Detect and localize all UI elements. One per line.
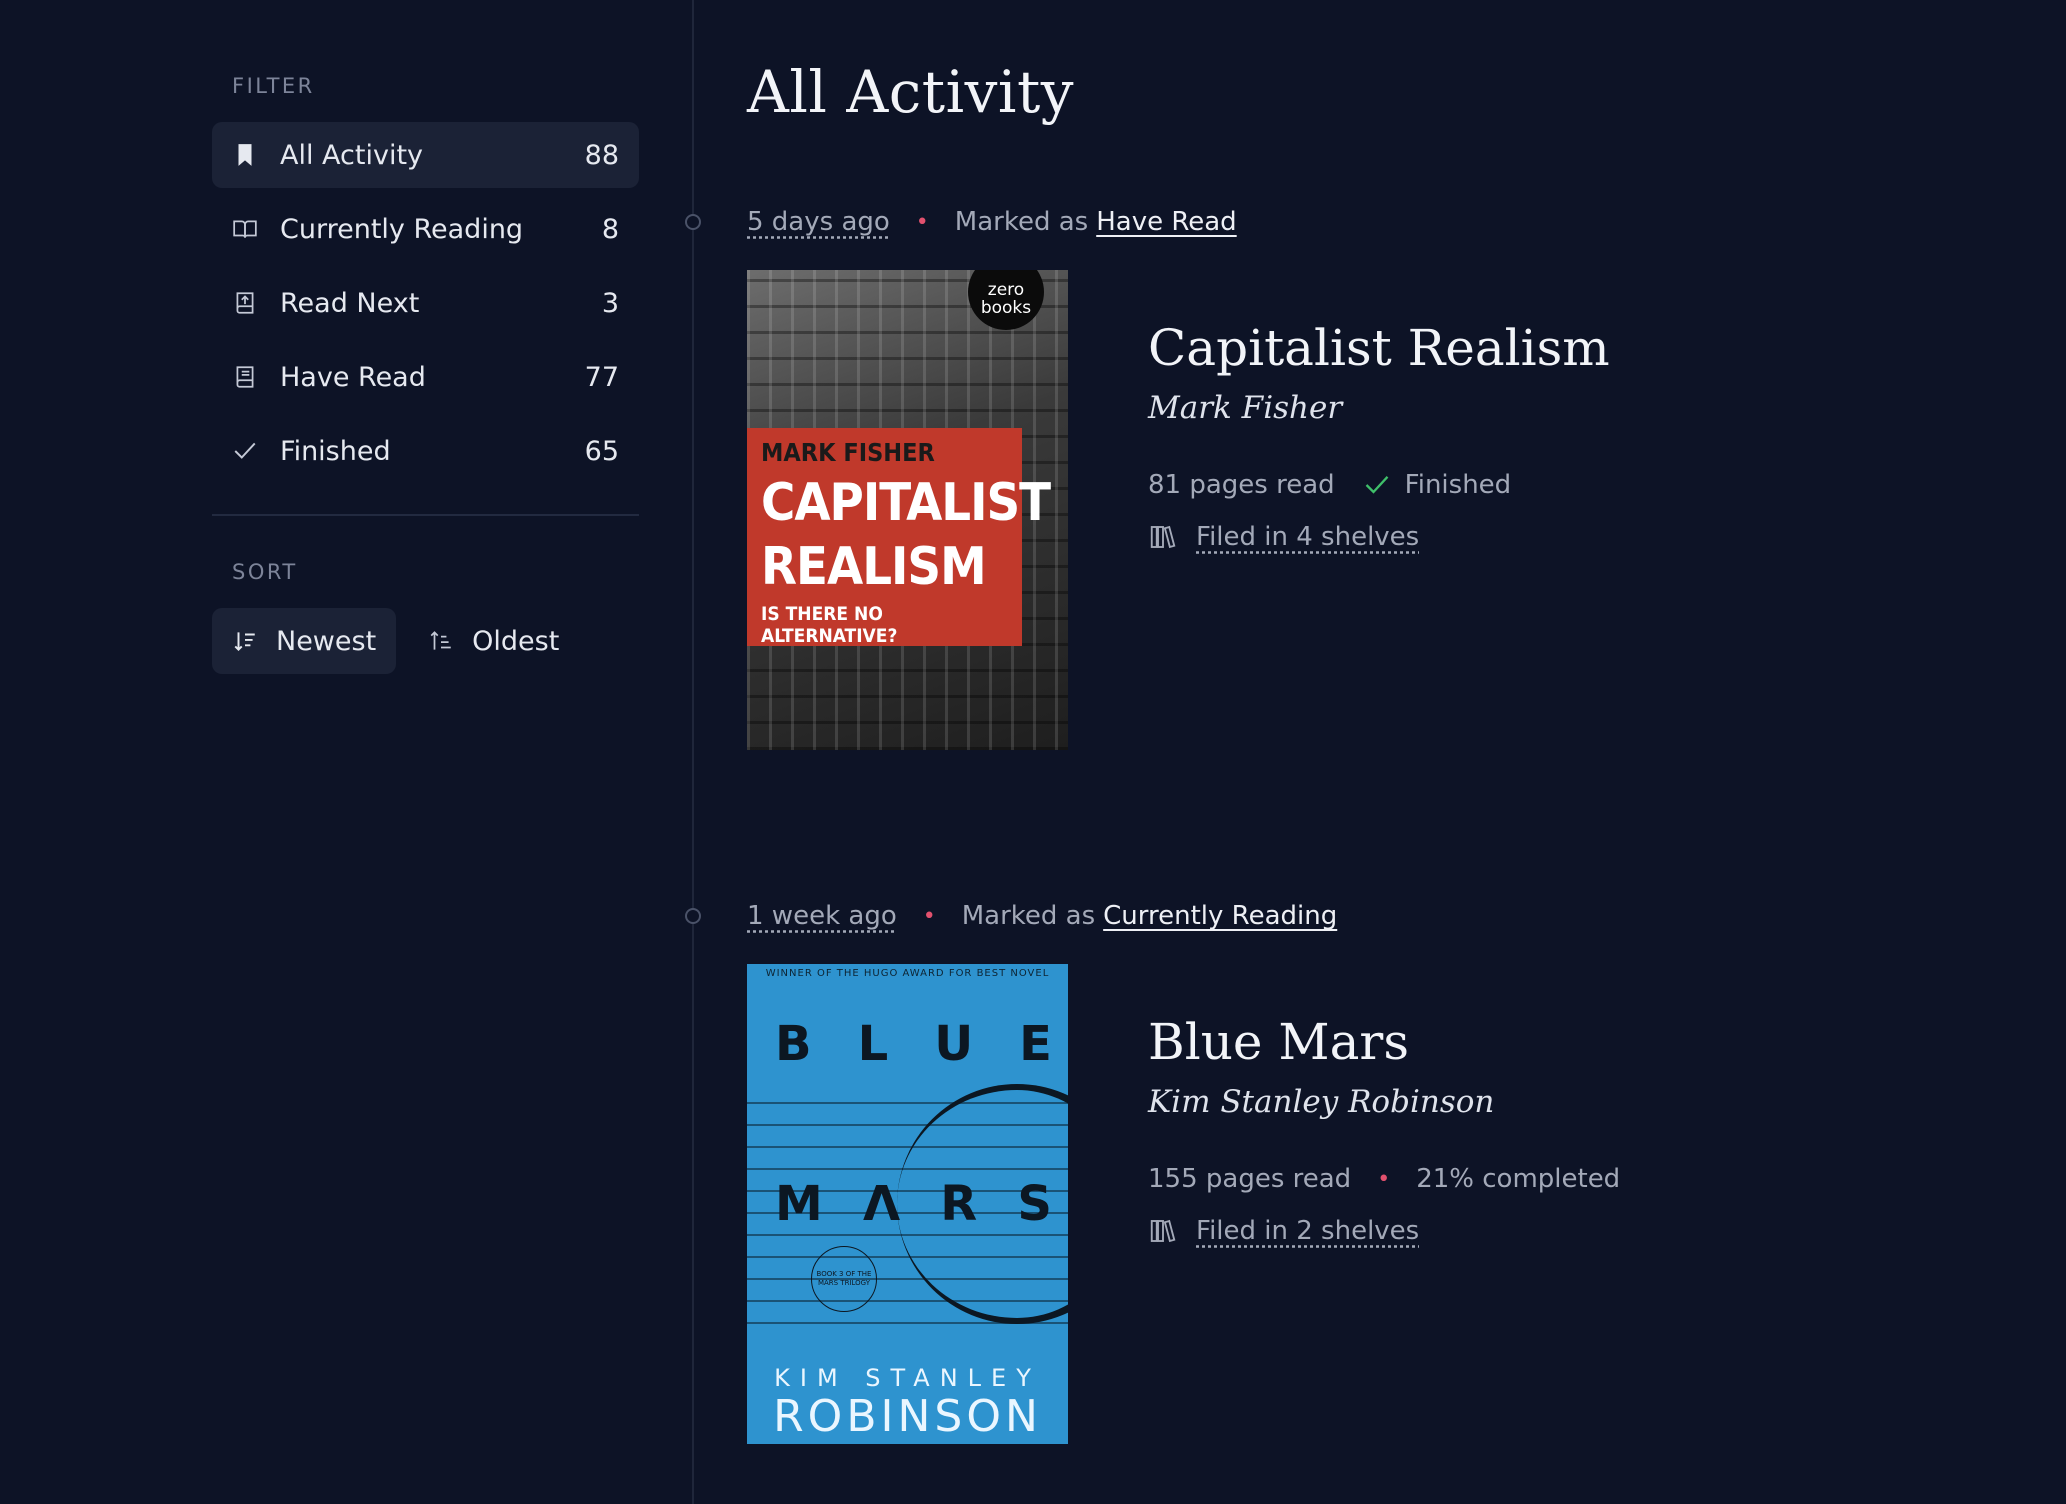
publisher-logo-line: books — [980, 298, 1032, 318]
filter-count: 3 — [601, 287, 619, 319]
shelves-link[interactable]: Filed in 2 shelves — [1196, 1216, 1419, 1246]
cover-author-line: KIM STANLEY — [774, 1364, 1041, 1392]
activity-entry: 5 days ago • Marked as Have Read zero bo… — [747, 202, 1610, 750]
marked-as-text: Marked as — [954, 207, 1089, 237]
sidebar: FILTER All Activity 88 Currently Reading… — [212, 70, 639, 674]
book-author: Kim Stanley Robinson — [1148, 1084, 1495, 1120]
sort-descending-icon — [232, 628, 258, 654]
separator-dot: • — [915, 209, 929, 235]
filter-count: 8 — [601, 213, 619, 245]
filter-count: 77 — [584, 361, 619, 393]
entry-time[interactable]: 1 week ago — [747, 901, 897, 931]
progress-percent: 21% completed — [1416, 1164, 1621, 1194]
sort-oldest-button[interactable]: Oldest — [408, 608, 579, 674]
filter-all-activity[interactable]: All Activity 88 — [212, 122, 639, 188]
filter-finished[interactable]: Finished 65 — [212, 418, 639, 484]
shelves-link[interactable]: Filed in 4 shelves — [1196, 522, 1419, 552]
cover-letter: B — [775, 1016, 812, 1072]
filter-label: All Activity — [280, 139, 424, 171]
books-shelf-icon — [1150, 1219, 1176, 1243]
cover-author-line: ROBINSON — [773, 1391, 1042, 1442]
timeline-dot — [685, 908, 701, 924]
cover-author: MARK FISHER — [761, 438, 935, 467]
cover-series-badge: BOOK 3 OF THE MARS TRILOGY — [811, 1246, 877, 1312]
cover-title-box: MARK FISHER CAPITALIST REALISM IS THERE … — [747, 428, 1051, 647]
cover-title-line: REALISM — [761, 537, 987, 597]
separator-dot: • — [1377, 1166, 1391, 1192]
entry-time[interactable]: 5 days ago — [747, 207, 890, 237]
shelves-row: Filed in 2 shelves — [1148, 1216, 1620, 1246]
filter-have-read[interactable]: Have Read 77 — [212, 344, 639, 410]
book-card: zero books MARK FISHER CAPITALIST REALIS… — [747, 270, 1610, 750]
cover-word-mars: M Λ R S — [775, 1176, 1052, 1232]
finished-status: Finished — [1404, 470, 1512, 500]
sort-newest-label: Newest — [276, 625, 377, 657]
check-icon — [1365, 476, 1389, 494]
cover-word-blue: B L U E — [775, 1016, 1052, 1072]
filter-heading: FILTER — [232, 74, 315, 98]
entry-meta: 5 days ago • Marked as Have Read — [747, 202, 1610, 242]
bookmark-icon — [232, 142, 258, 168]
separator-dot: • — [922, 903, 936, 929]
books-shelf-icon — [1150, 525, 1176, 549]
book-cover[interactable]: zero books MARK FISHER CAPITALIST REALIS… — [747, 270, 1068, 750]
status-link[interactable]: Currently Reading — [1103, 901, 1337, 931]
filter-label: Have Read — [280, 361, 426, 393]
filter-count: 65 — [584, 435, 619, 467]
cover-letter: R — [940, 1176, 978, 1232]
entry-meta: 1 week ago • Marked as Currently Reading — [747, 896, 1620, 936]
cover-subtitle: IS THERE NO ALTERNATIVE? — [761, 603, 898, 647]
timeline-dot — [685, 214, 701, 230]
sort-oldest-label: Oldest — [472, 625, 560, 657]
publisher-logo-line: zero — [987, 280, 1025, 300]
book-lines-icon — [232, 364, 258, 390]
filter-label: Finished — [280, 435, 391, 467]
book-info: Blue Mars Kim Stanley Robinson 155 pages… — [1148, 964, 1620, 1444]
sort-newest-button[interactable]: Newest — [212, 608, 397, 674]
filter-read-next[interactable]: Read Next 3 — [212, 270, 639, 336]
open-book-icon — [232, 216, 258, 242]
sort-ascending-icon — [428, 628, 454, 654]
cover-letter: L — [857, 1016, 889, 1072]
filter-label: Read Next — [280, 287, 420, 319]
page-title: All Activity — [747, 58, 1075, 126]
cover-letter: U — [934, 1016, 974, 1072]
check-icon — [232, 438, 258, 464]
sort-options: Newest Oldest — [212, 608, 639, 674]
book-author: Mark Fisher — [1148, 390, 1343, 426]
cover-letter: M — [775, 1176, 823, 1232]
book-info: Capitalist Realism Mark Fisher 81 pages … — [1148, 270, 1610, 750]
sidebar-divider — [212, 514, 639, 516]
sort-heading: SORT — [232, 560, 298, 584]
shelves-row: Filed in 4 shelves — [1148, 522, 1610, 552]
book-title[interactable]: Capitalist Realism — [1148, 318, 1610, 378]
filter-currently-reading[interactable]: Currently Reading 8 — [212, 196, 639, 262]
book-arrow-up-icon — [232, 290, 258, 316]
book-cover[interactable]: WINNER OF THE HUGO AWARD FOR BEST NOVEL … — [747, 964, 1068, 1444]
pages-read: 155 pages read — [1148, 1164, 1352, 1194]
book-title[interactable]: Blue Mars — [1148, 1012, 1620, 1072]
marked-as-text: Marked as — [961, 901, 1096, 931]
cover-letter: E — [1019, 1016, 1052, 1072]
activity-entry: 1 week ago • Marked as Currently Reading… — [747, 896, 1620, 1444]
book-stats: 155 pages read • 21% completed — [1148, 1164, 1620, 1194]
cover-letter: S — [1017, 1176, 1052, 1232]
pages-read: 81 pages read — [1148, 470, 1335, 500]
filter-label: Currently Reading — [280, 213, 524, 245]
cover-letter: Λ — [862, 1176, 901, 1232]
book-stats: 81 pages read Finished — [1148, 470, 1610, 500]
book-card: WINNER OF THE HUGO AWARD FOR BEST NOVEL … — [747, 964, 1620, 1444]
cover-award-text: WINNER OF THE HUGO AWARD FOR BEST NOVEL — [765, 968, 1050, 979]
status-link[interactable]: Have Read — [1096, 207, 1236, 237]
cover-title-line: CAPITALIST — [761, 473, 1051, 533]
filter-count: 88 — [584, 139, 619, 171]
